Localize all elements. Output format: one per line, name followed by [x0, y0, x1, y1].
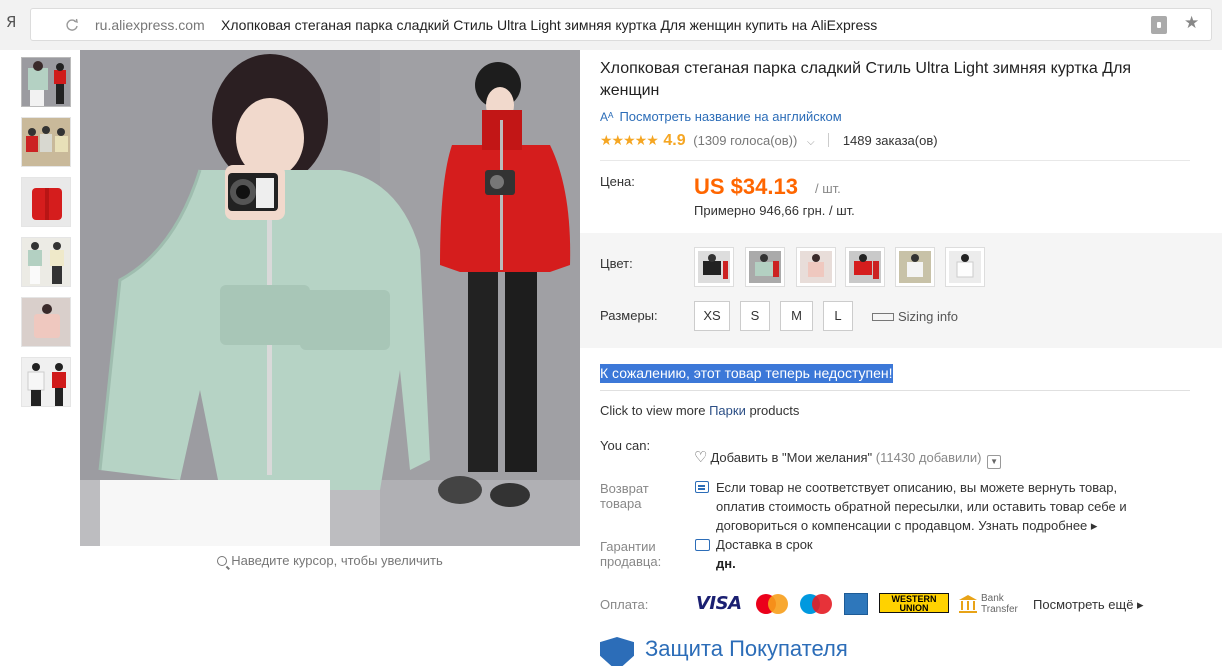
color-swatch-red[interactable] [845, 247, 885, 287]
delivery-icon [695, 539, 710, 551]
color-swatch-mint[interactable] [745, 247, 785, 287]
thumbnail[interactable] [21, 297, 71, 347]
thumbnail[interactable] [21, 237, 71, 287]
delivery-guarantee: Доставка в срок [716, 537, 813, 552]
price-value: US $34.13 [694, 174, 798, 199]
reload-icon[interactable] [65, 18, 79, 32]
rating-value: 4.9 [663, 132, 686, 149]
thumbnail[interactable] [21, 357, 71, 407]
divider [828, 133, 830, 147]
thumbnail[interactable] [21, 177, 71, 227]
buyer-protection-title: Защита Покупателя [645, 636, 848, 661]
divider [600, 390, 1190, 391]
bank-icon [959, 595, 977, 613]
url-host: ru.aliexpress.com [95, 17, 205, 33]
western-union-logo: WESTERN UNION [879, 593, 949, 613]
size-label: Размеры: [600, 308, 658, 323]
zoom-hint-text: Наведите курсор, чтобы увеличить [231, 553, 443, 568]
magnifier-icon [217, 556, 228, 566]
chevron-down-icon[interactable]: ▼ [987, 455, 1002, 469]
color-swatch-pink[interactable] [796, 247, 836, 287]
address-bar[interactable]: ru.aliexpress.com Хлопковая стеганая пар… [30, 8, 1212, 41]
size-option-l[interactable]: L [823, 301, 853, 331]
browser-logo-icon[interactable]: Я [6, 13, 22, 33]
return-policy-icon [695, 481, 709, 493]
lock-icon[interactable] [1151, 16, 1167, 34]
heart-plus-icon: ♡ [694, 449, 708, 466]
mastercard-logo [756, 593, 790, 615]
you-can-label: You can: [600, 438, 651, 453]
return-label: Возврат товара [600, 481, 649, 511]
size-option-xs[interactable]: XS [694, 301, 730, 331]
translate-link[interactable]: Аᴬ Посмотреть название на английском [600, 109, 842, 124]
wishlist-button[interactable]: ♡ Добавить в "Мои желания" (11430 добавил… [694, 448, 1002, 469]
ruler-icon [872, 313, 894, 321]
return-policy-text: Если товар не соответствует описанию, вы… [716, 480, 1127, 533]
see-more-payment-link[interactable]: Посмотреть ещё ▸ [1033, 597, 1144, 613]
main-product-image[interactable] [80, 50, 580, 546]
size-option-m[interactable]: M [780, 301, 813, 331]
zoom-hint: Наведите курсор, чтобы увеличить [80, 553, 580, 568]
thumbnail[interactable] [21, 57, 71, 107]
translate-link-text: Посмотреть название на английском [619, 109, 842, 124]
bank-transfer-logo: Bank Transfer [958, 593, 1028, 617]
bookmark-star-icon[interactable]: ★ [1184, 13, 1199, 33]
color-swatch-light-gray[interactable] [945, 247, 985, 287]
color-swatch-white[interactable] [895, 247, 935, 287]
delivery-days: дн. [716, 556, 736, 571]
sizing-info-link[interactable]: Sizing info [872, 309, 958, 324]
browser-toolbar: Я ru.aliexpress.com Хлопковая стеганая п… [0, 0, 1222, 50]
product-title: Хлопковая стеганая парка сладкий Стиль U… [600, 60, 1132, 99]
wishlist-count: (11430 добавили) [875, 450, 982, 465]
chevron-down-icon[interactable]: ⌵ [807, 137, 815, 148]
color-swatch-black[interactable] [694, 247, 734, 287]
rating-row: ★★★★★ 4.9 (1309 голоса(ов)) ⌵ 1489 заказ… [600, 132, 938, 150]
category-link[interactable]: Парки [709, 403, 746, 418]
orders-count: 1489 заказа(ов) [842, 133, 938, 148]
maestro-logo [800, 593, 834, 615]
thumbnail[interactable] [21, 117, 71, 167]
more-products: Click to view more Парки products [600, 403, 800, 418]
guarantee-label: Гарантии продавца: [600, 539, 662, 569]
votes-count[interactable]: (1309 голоса(ов)) [693, 133, 797, 148]
translate-icon: Аᴬ [600, 110, 614, 124]
learn-more-link[interactable]: Узнать подробнее ▸ [978, 518, 1097, 533]
price-label: Цена: [600, 174, 635, 189]
amex-logo [844, 593, 868, 615]
color-label: Цвет: [600, 256, 633, 271]
rating-stars: ★★★★★ [600, 132, 659, 148]
unavailable-notice: К сожалению, этот товар теперь недоступе… [600, 364, 893, 383]
approx-price: Примерно 946,66 грн. / шт. [694, 203, 855, 218]
size-option-s[interactable]: S [740, 301, 770, 331]
payment-label: Оплата: [600, 597, 649, 612]
price-unit: / шт. [815, 181, 841, 196]
visa-logo: VISA [696, 593, 742, 614]
divider [600, 160, 1190, 161]
page-title: Хлопковая стеганая парка сладкий Стиль U… [221, 17, 878, 33]
shield-icon [600, 637, 634, 666]
